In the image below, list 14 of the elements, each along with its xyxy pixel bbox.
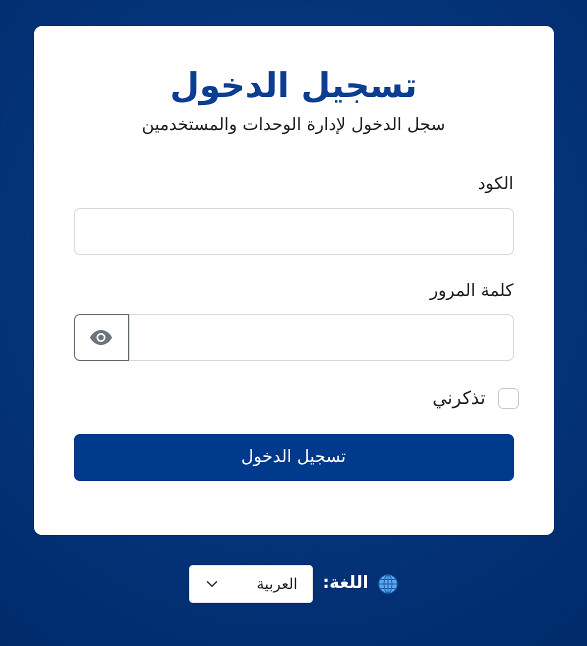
remember-label: تذكرني xyxy=(432,387,486,412)
field-label: الكود xyxy=(478,173,514,196)
password-field[interactable] xyxy=(128,314,514,362)
remember-checkbox[interactable] xyxy=(498,388,518,410)
language-select[interactable]: العربية xyxy=(188,565,313,603)
eye-icon xyxy=(90,330,112,346)
login-button[interactable]: تسجيل الدخول xyxy=(74,434,514,482)
globe-icon xyxy=(378,574,398,594)
show-password-button[interactable] xyxy=(74,314,128,362)
language-label: اللغة: xyxy=(322,572,368,596)
field-label: كلمة المرور xyxy=(430,280,514,303)
login-title: تسجيل الدخول xyxy=(168,66,418,107)
code-field[interactable] xyxy=(74,208,514,255)
login-subtitle: سجل الدخول لإدارة الوحدات والمستخدمين xyxy=(140,114,446,137)
